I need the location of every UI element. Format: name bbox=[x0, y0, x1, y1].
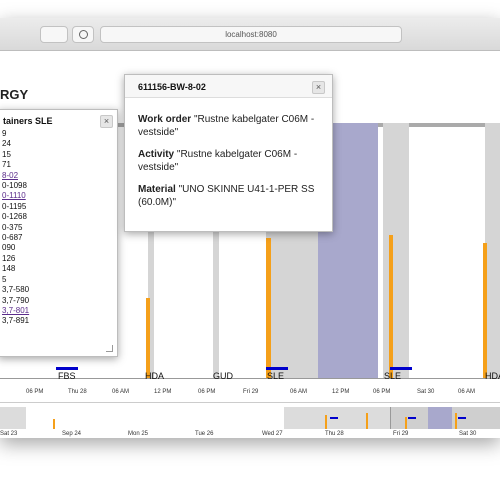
marker-bar[interactable] bbox=[56, 367, 78, 370]
overview-activity bbox=[366, 413, 368, 429]
time-tick-label: Sat 30 bbox=[417, 389, 435, 395]
overview-tick-label: Wed 27 bbox=[262, 431, 283, 437]
activity-bar[interactable] bbox=[389, 235, 393, 378]
work-order-field: Work order "Rustne kabelgater C06M - ves… bbox=[138, 113, 320, 139]
list-item: 71 bbox=[2, 160, 11, 170]
list-item: 0-375 bbox=[2, 222, 23, 232]
address-bar[interactable]: localhost:8080 bbox=[100, 26, 402, 43]
overview-activity bbox=[455, 413, 457, 429]
location-label: HDA bbox=[485, 371, 500, 381]
material-label: Material bbox=[138, 184, 176, 195]
activity-bar[interactable] bbox=[146, 298, 150, 378]
overview-marker bbox=[330, 417, 338, 419]
container-list-popup[interactable]: tainers SLE × 9 24 15 71 8-02 0-1098 0-1… bbox=[0, 109, 118, 357]
detail-popup-body: Work order "Rustne kabelgater C06M - ves… bbox=[138, 113, 320, 209]
activity-bar[interactable] bbox=[483, 243, 487, 378]
list-item: 148 bbox=[2, 264, 16, 274]
browser-toolbar: localhost:8080 bbox=[0, 18, 500, 51]
time-tick-label: Thu 28 bbox=[68, 389, 87, 395]
overview-range bbox=[0, 407, 26, 429]
list-item: 0-1098 bbox=[2, 181, 27, 191]
activity-field: Activity "Rustne kabelgater C06M - vests… bbox=[138, 148, 320, 174]
overview-activity bbox=[53, 419, 55, 429]
list-item: 9 bbox=[2, 129, 7, 138]
occupied-band bbox=[485, 123, 500, 378]
overview-strip[interactable]: Sat 23 Sep 24 Mon 25 Tue 26 Wed 27 Thu 2… bbox=[0, 402, 500, 438]
overview-marker bbox=[458, 417, 466, 419]
page-title: RGY bbox=[0, 87, 29, 102]
detail-popup-title: 611156-BW-8-02 bbox=[138, 82, 206, 92]
work-order-label: Work order bbox=[138, 114, 192, 125]
activity-bar[interactable] bbox=[266, 238, 271, 378]
location-label: SLE bbox=[384, 371, 402, 381]
location-label: GUD bbox=[213, 371, 233, 381]
location-label: SLE bbox=[267, 371, 285, 381]
time-tick-label: 06 AM bbox=[290, 389, 308, 395]
activity-label: Activity bbox=[138, 149, 175, 160]
browser-window: localhost:8080 RGY FBS HDA GUD SLE SLE H… bbox=[0, 18, 500, 438]
list-item: 15 bbox=[2, 149, 11, 159]
reader-button[interactable] bbox=[72, 26, 94, 43]
list-item: 3,7-580 bbox=[2, 285, 30, 295]
material-field: Material "UNO SKINNE U41-1-PER SS (60.0M… bbox=[138, 183, 320, 209]
list-item: 5 bbox=[2, 274, 7, 284]
overview-tick-label: Fri 29 bbox=[393, 431, 409, 437]
location-label: HDA bbox=[145, 371, 165, 381]
location-label: FBS bbox=[58, 371, 76, 381]
list-item: 126 bbox=[2, 253, 16, 263]
time-tick-label: 12 PM bbox=[332, 389, 350, 395]
overview-tick-label: Sep 24 bbox=[62, 431, 82, 437]
list-item: 0-1195 bbox=[2, 201, 27, 211]
resize-handle-icon[interactable] bbox=[106, 345, 113, 352]
container-list: 9 24 15 71 8-02 0-1098 0-1110 0-1195 0-1… bbox=[2, 129, 112, 327]
time-tick-label: 06 AM bbox=[112, 389, 130, 395]
marker-bar[interactable] bbox=[390, 367, 412, 370]
overview-selection bbox=[428, 407, 452, 429]
time-tick-label: 06 PM bbox=[373, 389, 391, 395]
list-item: 3,7-790 bbox=[2, 295, 30, 305]
marker-bar[interactable] bbox=[266, 367, 288, 370]
time-tick-label: 06 PM bbox=[198, 389, 216, 395]
list-popup-title: tainers SLE bbox=[3, 116, 53, 126]
overview-tick-label: Sat 30 bbox=[459, 431, 477, 437]
time-tick-label: 06 AM bbox=[458, 389, 476, 395]
circle-icon bbox=[79, 30, 88, 39]
overview-activity bbox=[405, 417, 407, 429]
occupied-band bbox=[383, 123, 409, 378]
overview-tick-label: Mon 25 bbox=[128, 431, 149, 437]
list-item: 24 bbox=[2, 139, 11, 149]
overview-tick-label: Sat 23 bbox=[0, 431, 18, 437]
list-item: 0-687 bbox=[2, 233, 23, 243]
list-item: 090 bbox=[2, 243, 16, 253]
close-button[interactable]: × bbox=[100, 115, 113, 128]
list-item: 3,7-891 bbox=[2, 316, 30, 326]
app-content: RGY FBS HDA GUD SLE SLE HDA 06 PM bbox=[0, 51, 500, 438]
overview-marker bbox=[408, 417, 416, 419]
overview-tick-label: Tue 26 bbox=[195, 431, 214, 437]
activity-detail-popup[interactable]: 611156-BW-8-02 × Work order "Rustne kabe… bbox=[124, 74, 333, 232]
time-tick-label: Fri 29 bbox=[243, 389, 259, 395]
list-item-link[interactable]: 3,7-801 bbox=[2, 306, 112, 316]
list-item-link[interactable]: 0-1110 bbox=[2, 191, 112, 201]
time-tick-label: 12 PM bbox=[154, 389, 172, 395]
overview-tick-label: Thu 28 bbox=[325, 431, 344, 437]
time-tick-label: 06 PM bbox=[26, 389, 44, 395]
list-item: 0-1268 bbox=[2, 212, 27, 222]
sidebar-toggle-button[interactable] bbox=[40, 26, 68, 43]
list-item-link[interactable]: 8-02 bbox=[2, 171, 112, 181]
overview-activity bbox=[325, 415, 327, 429]
close-button[interactable]: × bbox=[312, 81, 325, 94]
